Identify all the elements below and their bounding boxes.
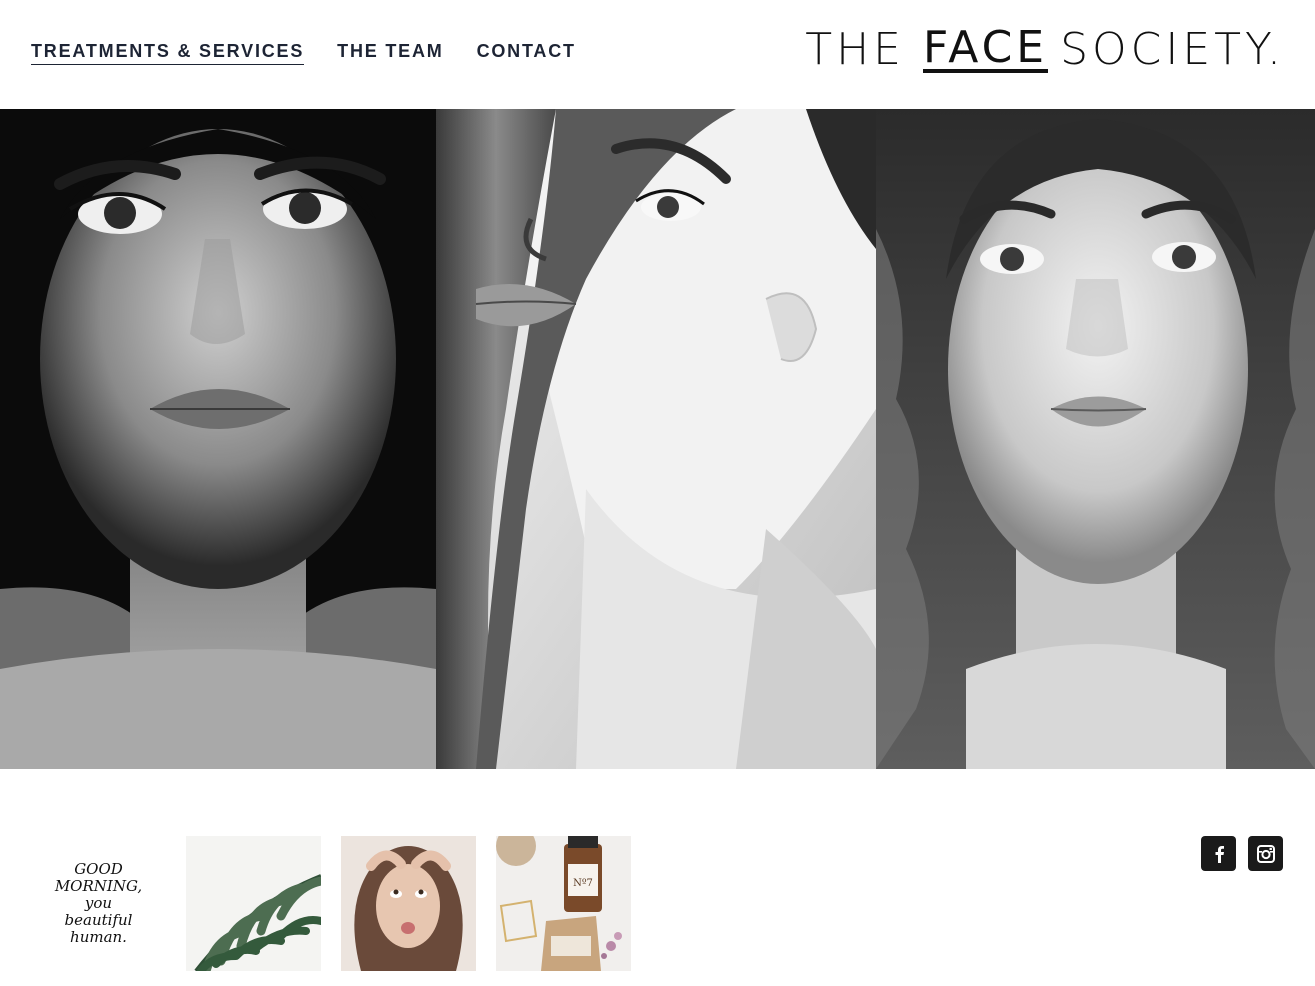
site-logo[interactable]: THE FACE SOCIETY. — [805, 22, 1285, 77]
nav-contact[interactable]: CONTACT — [477, 39, 576, 65]
logo-text-society: SOCIETY. — [1060, 24, 1285, 75]
social-links — [1201, 836, 1283, 871]
facebook-icon — [1215, 845, 1224, 863]
nav-the-team[interactable]: THE TEAM — [337, 39, 443, 65]
product-label: Nº7 — [573, 878, 593, 889]
logo-text-the: THE — [805, 24, 905, 75]
hero-portrait-2 — [436, 109, 876, 769]
site-header: TREATMENTS & SERVICES THE TEAM CONTACT T… — [0, 0, 1315, 109]
hero-portrait-1 — [0, 109, 436, 769]
thumbnail-quote[interactable]: GOOD MORNING, you beautiful human. — [31, 836, 166, 971]
instagram-link[interactable] — [1248, 836, 1283, 871]
quote-line: GOOD — [74, 860, 123, 878]
hero-portrait-3 — [876, 109, 1315, 769]
quote-text: GOOD MORNING, you beautiful human. — [31, 836, 166, 971]
thumbnail-face-massage[interactable] — [341, 836, 476, 971]
quote-line: human. — [70, 928, 127, 946]
instagram-icon — [1256, 844, 1275, 863]
nav-treatments-services[interactable]: TREATMENTS & SERVICES — [31, 39, 305, 65]
facebook-link[interactable] — [1201, 836, 1236, 871]
instagram-thumbnails: GOOD MORNING, you beautiful human. Nº7 — [31, 836, 631, 971]
quote-line: you — [84, 894, 113, 912]
quote-line: MORNING, — [54, 877, 143, 895]
thumbnail-palm-leaf[interactable] — [186, 836, 321, 971]
hero-gallery — [0, 109, 1315, 769]
thumbnail-skincare-products[interactable]: Nº7 — [496, 836, 631, 971]
logo-text-face: FACE — [922, 22, 1049, 73]
quote-line: beautiful — [64, 911, 133, 929]
main-nav: TREATMENTS & SERVICES THE TEAM CONTACT — [31, 39, 576, 65]
